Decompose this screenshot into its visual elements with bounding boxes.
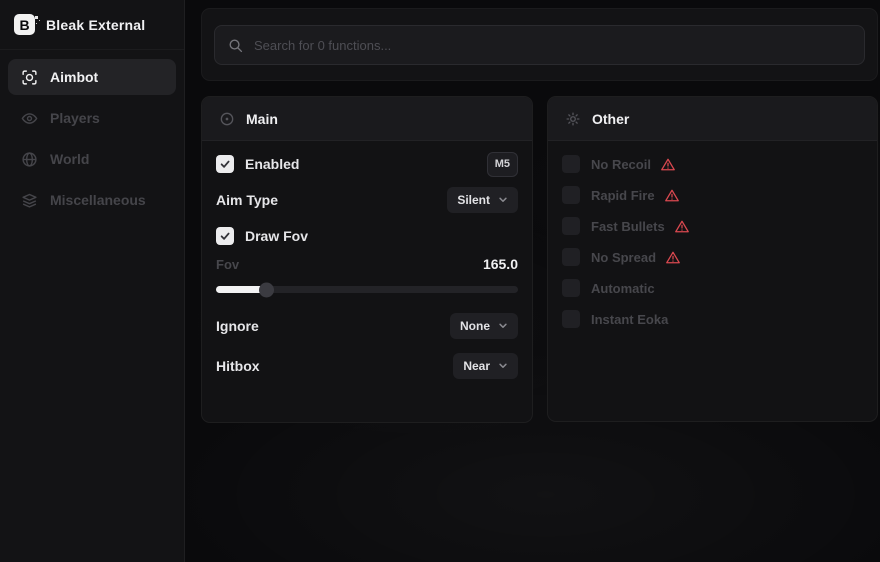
panel-other: Other No Recoil Rapid Fire Fast Bullets [547, 96, 878, 422]
ignore-dropdown[interactable]: None [450, 313, 518, 339]
chevron-down-icon [498, 195, 508, 205]
sidebar-item-label: Players [50, 110, 100, 126]
sidebar-item-world[interactable]: World [8, 141, 176, 177]
hitbox-value: Near [463, 359, 490, 373]
other-item-automatic: Automatic [562, 275, 863, 301]
warning-icon [665, 250, 681, 265]
panel-title: Main [246, 111, 278, 127]
ignore-row: Ignore None [216, 313, 518, 339]
other-item-label: Fast Bullets [591, 219, 665, 234]
aim-type-label: Aim Type [216, 192, 278, 208]
aim-type-value: Silent [457, 193, 490, 207]
other-item-label: No Spread [591, 250, 656, 265]
crosshair-icon [21, 69, 38, 86]
search-input[interactable]: Search for 0 functions... [214, 25, 865, 65]
instant-eoka-checkbox[interactable] [562, 310, 580, 328]
draw-fov-row: Draw Fov [216, 223, 518, 249]
fov-value: 165.0 [483, 256, 518, 272]
draw-fov-label: Draw Fov [245, 228, 308, 244]
fov-slider[interactable] [216, 282, 518, 297]
draw-fov-checkbox[interactable] [216, 227, 234, 245]
hitbox-row: Hitbox Near [216, 353, 518, 379]
hitbox-dropdown[interactable]: Near [453, 353, 518, 379]
sidebar-nav: Aimbot Players World Miscellaneous [0, 50, 184, 232]
target-icon [219, 111, 235, 127]
gear-icon [565, 111, 581, 127]
fov-slider-fill [216, 286, 266, 293]
fov-row: Fov 165.0 [216, 255, 518, 273]
no-spread-checkbox[interactable] [562, 248, 580, 266]
sidebar-item-miscellaneous[interactable]: Miscellaneous [8, 182, 176, 218]
fov-slider-track[interactable] [216, 286, 518, 293]
other-item-rapid-fire: Rapid Fire [562, 182, 863, 208]
app-window: B Bleak External Aimbot Players World Mi… [0, 0, 880, 562]
chevron-down-icon [498, 361, 508, 371]
chevron-down-icon [498, 321, 508, 331]
ignore-label: Ignore [216, 318, 259, 334]
sidebar: B Bleak External Aimbot Players World Mi… [0, 0, 185, 562]
sidebar-item-players[interactable]: Players [8, 100, 176, 136]
main-content: Search for 0 functions... Main Enabled M… [185, 0, 880, 562]
other-item-label: Rapid Fire [591, 188, 655, 203]
fov-slider-thumb[interactable] [259, 282, 274, 297]
brand: B Bleak External [0, 0, 184, 50]
other-item-no-recoil: No Recoil [562, 151, 863, 177]
app-logo-icon: B [14, 14, 35, 35]
rapid-fire-checkbox[interactable] [562, 186, 580, 204]
aim-type-row: Aim Type Silent [216, 187, 518, 213]
panel-other-header: Other [548, 97, 877, 141]
check-icon [219, 158, 231, 170]
other-item-instant-eoka: Instant Eoka [562, 306, 863, 332]
check-icon [219, 230, 231, 242]
ignore-value: None [460, 319, 490, 333]
sidebar-item-aimbot[interactable]: Aimbot [8, 59, 176, 95]
app-title: Bleak External [46, 17, 145, 33]
fov-label: Fov [216, 257, 239, 272]
panel-main-body: Enabled M5 Aim Type Silent Draw Fov [202, 141, 532, 379]
search-panel: Search for 0 functions... [201, 8, 878, 81]
hitbox-label: Hitbox [216, 358, 260, 374]
enabled-label: Enabled [245, 156, 299, 172]
other-item-no-spread: No Spread [562, 244, 863, 270]
sidebar-item-label: Aimbot [50, 69, 98, 85]
automatic-checkbox[interactable] [562, 279, 580, 297]
keybind-badge[interactable]: M5 [487, 152, 518, 177]
panel-main-header: Main [202, 97, 532, 141]
warning-icon [660, 157, 676, 172]
aim-type-dropdown[interactable]: Silent [447, 187, 518, 213]
other-item-label: Instant Eoka [591, 312, 668, 327]
no-recoil-checkbox[interactable] [562, 155, 580, 173]
eye-icon [21, 110, 38, 127]
search-icon [228, 38, 243, 53]
other-item-label: Automatic [591, 281, 655, 296]
panel-title: Other [592, 111, 629, 127]
globe-icon [21, 151, 38, 168]
other-item-label: No Recoil [591, 157, 651, 172]
warning-icon [664, 188, 680, 203]
panel-other-body: No Recoil Rapid Fire Fast Bullets No Spr… [548, 141, 877, 332]
enabled-row: Enabled M5 [216, 151, 518, 177]
layers-icon [21, 192, 38, 209]
search-placeholder: Search for 0 functions... [254, 38, 391, 53]
enabled-checkbox[interactable] [216, 155, 234, 173]
sidebar-item-label: Miscellaneous [50, 192, 146, 208]
fast-bullets-checkbox[interactable] [562, 217, 580, 235]
sidebar-item-label: World [50, 151, 89, 167]
panel-main: Main Enabled M5 Aim Type Silent [201, 96, 533, 423]
other-item-fast-bullets: Fast Bullets [562, 213, 863, 239]
warning-icon [674, 219, 690, 234]
